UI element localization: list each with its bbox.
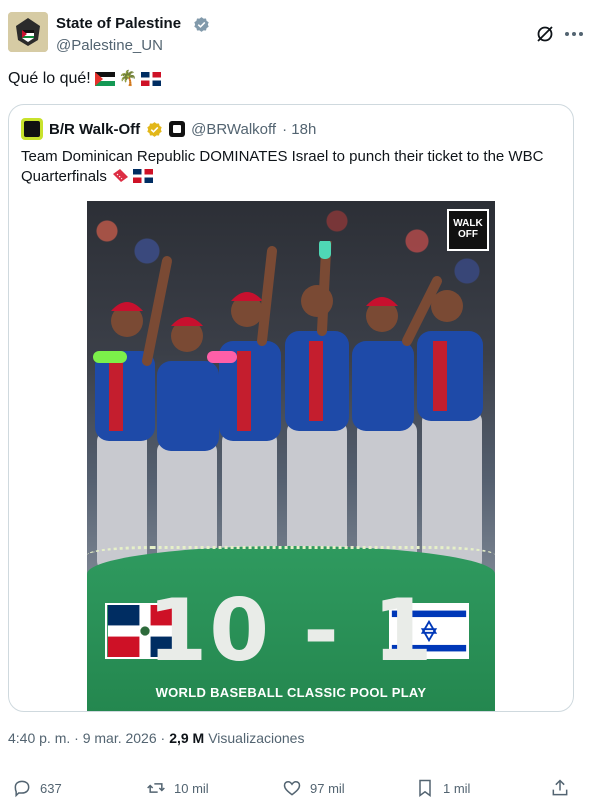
gold-verified-badge-icon[interactable] [146,121,163,138]
bookmark-count: 1 mil [443,780,471,796]
tweet-header: State of Palestine @Palestine_UN [8,10,585,58]
players-illustration [93,241,483,571]
like-count: 97 mil [310,780,345,796]
bookmark-icon [419,779,431,797]
ticket-icon [113,169,129,182]
image-caption: WORLD BASEBALL CLASSIC POOL PLAY [155,685,427,700]
views-label: Visualizaciones [208,730,305,746]
quoted-header: B/R Walk-Off @BRWalkoff · 18h [21,117,316,141]
repost-icon [147,783,165,793]
palestine-flag-icon [94,72,115,86]
palm-tree-icon: 🌴 [118,70,138,87]
tweet-meta: 4:40 p. m. · 9 mar. 2026 · 2,9 M Visuali… [8,730,304,746]
heart-icon [283,780,301,796]
reply-button[interactable]: 637 [12,778,62,798]
view-count: 2,9 M [169,730,205,746]
tweet-text: Qué lo qué! 🌴 [8,70,162,88]
verified-badge-icon[interactable] [193,16,210,33]
palestine-emblem-icon [8,12,48,52]
quoted-avatar[interactable] [21,118,43,140]
quoted-text: Team Dominican Republic DOMINATES Israel… [21,147,561,187]
author-name[interactable]: State of Palestine [56,15,181,32]
quoted-time[interactable]: · 18h [282,121,316,138]
share-icon [552,779,568,796]
more-options-icon[interactable] [563,24,585,44]
share-button[interactable] [550,778,570,798]
timestamp[interactable]: 4:40 p. m. · 9 mar. 2026 · [8,730,165,746]
grok-icon[interactable] [535,24,555,44]
repost-button[interactable]: 10 mil [146,778,209,798]
tweet-body: Qué lo qué! [8,70,91,87]
bookmark-button[interactable]: 1 mil [415,778,470,798]
author-handle[interactable]: @Palestine_UN [56,37,163,54]
walkoff-logo: WALK OFF [447,209,489,251]
affiliate-badge-icon[interactable] [169,121,186,137]
quoted-image[interactable]: WALK OFF 10 - 1 WORLD BASEBALL CLASSIC P… [87,201,495,711]
logo-line-1: WALK [453,218,483,229]
action-bar: 637 10 mil 97 mil 1 mil [12,778,577,804]
repost-count: 10 mil [174,780,209,796]
like-button[interactable]: 97 mil [282,778,345,798]
quoted-tweet[interactable]: B/R Walk-Off @BRWalkoff · 18h Team Domin… [8,104,574,712]
avatar[interactable] [8,12,48,52]
quoted-body: Team Dominican Republic DOMINATES Israel… [21,148,544,185]
logo-line-2: OFF [458,229,478,240]
dominican-flag-icon [133,169,154,183]
reply-icon [14,780,30,798]
reply-count: 637 [40,780,62,796]
quoted-handle[interactable]: @BRWalkoff [191,121,276,138]
final-score: 10 - 1 [147,581,435,681]
quoted-author-name[interactable]: B/R Walk-Off [49,121,140,138]
dominican-flag-icon [141,72,162,86]
